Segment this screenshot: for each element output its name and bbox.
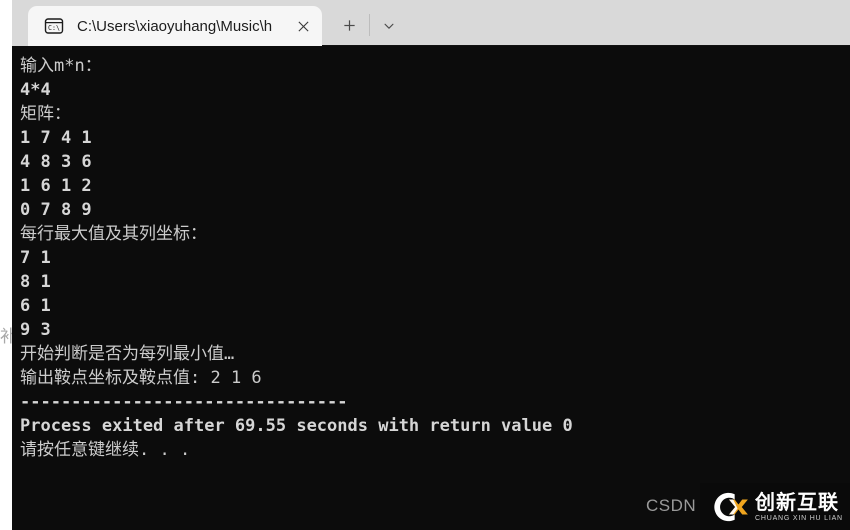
console-line: 1 6 1 2 [20,176,92,196]
screenshot-root: 补 C:\ C:\Users\xiaoyuhang\Music\h 输入m*n：… [0,0,850,530]
svg-text:C:\: C:\ [48,24,60,32]
terminal-window: C:\ C:\Users\xiaoyuhang\Music\h 输入m*n： 4… [12,0,850,530]
console-line: 7 1 [20,248,51,268]
brand-name-cn: 创新互联 [755,489,839,514]
new-tab-button[interactable] [334,11,364,40]
plus-icon [343,20,355,31]
console-line: 每行最大值及其列坐标： [20,224,207,244]
brand-logo-badge: 创新互联 CHUANG XIN HU LIAN [700,483,850,530]
brand-name-en: CHUANG XIN HU LIAN [755,514,843,522]
chevron-down-icon [384,23,394,29]
console-line: 开始判断是否为每列最小值… [20,344,235,364]
terminal-tab[interactable]: C:\ C:\Users\xiaoyuhang\Music\h [28,6,322,46]
tab-bar: C:\ C:\Users\xiaoyuhang\Music\h [12,0,850,46]
console-line: 8 1 [20,272,51,292]
console-lines: 输入m*n： 4*4 矩阵： 1 7 4 1 4 8 3 6 1 6 1 2 0 7 8 9… [20,54,850,530]
console-cmd-icon: C:\ [44,16,64,36]
tab-bar-divider [369,14,370,36]
console-line: 6 1 [20,296,51,316]
console-line: 输出鞍点坐标及鞍点值: 2 1 6 [20,368,262,388]
close-icon[interactable] [288,11,318,41]
tab-dropdown-button[interactable] [374,11,404,40]
console-line: 请按任意键继续. . . [20,440,191,460]
console-line: 4 8 3 6 [20,152,92,172]
console-output-area[interactable]: 输入m*n： 4*4 矩阵： 1 7 4 1 4 8 3 6 1 6 1 2 0 7 8 9… [12,46,850,530]
csdn-watermark: CSDN [646,496,697,515]
console-line: 0 7 8 9 [20,200,92,220]
brand-text: 创新互联 CHUANG XIN HU LIAN [755,492,843,522]
console-line: 9 3 [20,320,51,340]
tab-title: C:\Users\xiaoyuhang\Music\h [77,17,273,35]
cx-logo-icon [710,490,748,524]
console-line: 1 7 4 1 [20,128,92,148]
console-line: Process exited after 69.55 seconds with … [20,416,573,436]
console-line: 输入m*n： [20,56,102,76]
console-line: -------------------------------- [20,392,348,412]
console-line: 矩阵： [20,104,71,124]
console-line: 4*4 [20,80,51,100]
